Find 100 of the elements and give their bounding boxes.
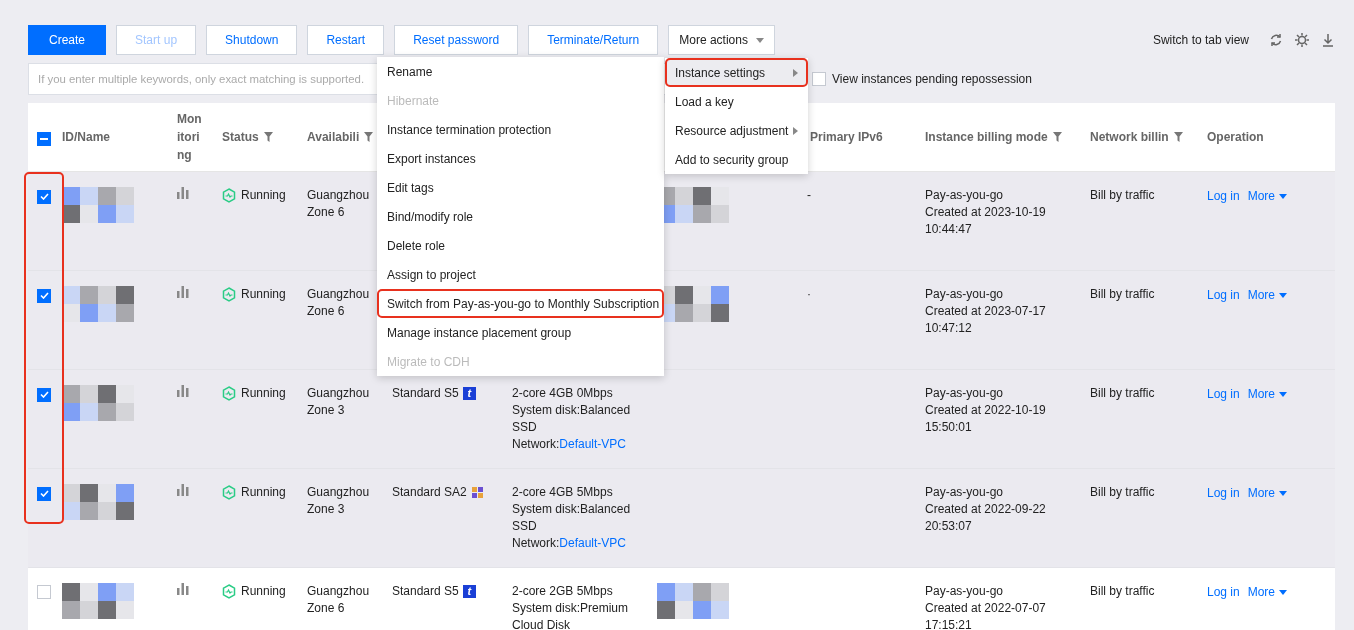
filter-icon[interactable]	[1173, 132, 1183, 142]
table-cell-text: 2-core 4GB 5Mbps	[512, 484, 614, 501]
toolbar-button[interactable]: Shutdown	[206, 25, 298, 55]
column-header: Instance billing mode	[925, 130, 1048, 144]
status-text: Running	[241, 583, 286, 600]
filter-icon[interactable]	[364, 132, 374, 142]
column-header: Primary IPv6	[810, 130, 883, 144]
table-cell: Standard SA2	[392, 484, 467, 501]
table-cell-text: System disk:Balanced	[512, 501, 632, 518]
login-link[interactable]: Log in	[1207, 485, 1240, 502]
table-cell-text: Created at 2023-10-19	[925, 204, 1047, 221]
table-cell-text: Bill by traffic	[1090, 385, 1156, 402]
table-cell-text: 15:50:01	[925, 419, 973, 436]
menu-item[interactable]: Delete role	[377, 231, 664, 260]
table-cell-text: SSD	[512, 518, 538, 535]
row-checkbox[interactable]	[37, 387, 51, 402]
row-checkbox[interactable]	[37, 288, 51, 303]
table-cell-text: 10:47:12	[925, 320, 973, 337]
minus-icon	[40, 137, 48, 140]
status-text: Running	[241, 286, 286, 303]
column-header: Status	[222, 130, 259, 144]
login-link[interactable]: Log in	[1207, 386, 1240, 403]
redacted-drawing	[62, 583, 134, 619]
table-row[interactable]: Running Guangzhou Zone 3 Standard SA2 2-core 4GB 5Mbps System disk:Balanced SSD Network:Default-VPC Pay-as-you-go Created at 2022-09-22 20:53:07 Bill by traffic Log in More	[28, 469, 1335, 568]
redacted-drawing	[62, 484, 134, 520]
menu-item[interactable]: Edit tags	[377, 173, 664, 202]
settings-icon[interactable]	[1295, 33, 1309, 47]
more-link[interactable]: More	[1247, 287, 1288, 304]
download-icon[interactable]	[1321, 33, 1335, 47]
row-checkbox[interactable]	[37, 585, 51, 599]
table-cell-text: Zone 6	[307, 204, 346, 221]
menu-item[interactable]: Instance settings	[665, 58, 808, 87]
caret-icon	[755, 37, 764, 43]
table-cell-text: Guangzhou	[307, 286, 371, 303]
login-link[interactable]: Log in	[1207, 584, 1240, 601]
refresh-icon[interactable]	[1269, 33, 1283, 47]
toolbar-button[interactable]: Reset password	[394, 25, 519, 55]
bar-chart-icon[interactable]	[177, 385, 189, 397]
running-status-icon	[222, 287, 236, 302]
table-cell-text: 20:53:07	[925, 518, 973, 535]
table-cell: Standard S5	[392, 385, 459, 402]
menu-item[interactable]: Export instances	[377, 144, 664, 173]
model-badge: t	[462, 387, 476, 400]
table-cell-text: Pay-as-you-go	[925, 187, 1005, 204]
redacted-drawing	[62, 385, 134, 421]
vpc-link[interactable]: Default-VPC	[559, 436, 627, 453]
caret-icon	[1279, 491, 1288, 496]
table-cell-text: Pay-as-you-go	[925, 583, 1005, 600]
bar-chart-icon[interactable]	[177, 484, 189, 496]
more-link[interactable]: More	[1247, 584, 1288, 601]
menu-item[interactable]: Switch from Pay-as-you-go to Monthly Subscription	[377, 289, 664, 318]
select-all-checkbox[interactable]	[37, 131, 51, 146]
filter-icon[interactable]	[1052, 132, 1062, 142]
switch-view-link[interactable]: Switch to tab view	[1152, 33, 1249, 47]
checkmark-icon	[39, 193, 49, 200]
table-cell-text: 2-core 4GB 0Mbps	[512, 385, 614, 402]
column-header: Availabili	[307, 130, 360, 144]
filter-icon[interactable]	[263, 132, 273, 142]
menu-item[interactable]: Resource adjustment	[665, 116, 808, 145]
caret-icon	[1279, 194, 1288, 199]
login-link[interactable]: Log in	[1207, 188, 1240, 205]
more-actions-dropdown[interactable]: More actions	[668, 25, 775, 55]
menu-item[interactable]: Manage instance placement group	[377, 318, 664, 347]
menu-item[interactable]: Add to security group	[665, 145, 808, 174]
table-cell-text: Created at 2022-10-19	[925, 402, 1047, 419]
column-header: ID/Name	[62, 130, 111, 144]
table-cell-text: SSD	[512, 419, 538, 436]
caret-icon	[1279, 392, 1288, 397]
table-cell-text: Created at 2022-09-22	[925, 501, 1047, 518]
table-cell-text: Zone 3	[307, 402, 346, 419]
toolbar-button[interactable]: Terminate/Return	[528, 25, 659, 55]
more-link[interactable]: More	[1247, 386, 1288, 403]
menu-item[interactable]: Bind/modify role	[377, 202, 664, 231]
more-link[interactable]: More	[1247, 485, 1288, 502]
column-header: Network billin	[1090, 130, 1169, 144]
vpc-link[interactable]: Default-VPC	[559, 535, 627, 552]
checkbox[interactable]	[812, 72, 826, 86]
bar-chart-icon[interactable]	[177, 286, 189, 298]
menu-item[interactable]: Instance termination protection	[377, 115, 664, 144]
network-label: Network:	[512, 536, 560, 550]
bar-chart-icon[interactable]	[177, 187, 189, 199]
table-cell-text: System disk:Balanced	[512, 402, 632, 419]
table-cell-text: Guangzhou	[307, 484, 371, 501]
table-cell-text: 17:15:21	[925, 617, 973, 630]
more-link[interactable]: More	[1247, 188, 1288, 205]
row-checkbox[interactable]	[37, 486, 51, 501]
table-cell-text: Guangzhou	[307, 385, 371, 402]
table-cell-text: Bill by traffic	[1090, 484, 1156, 501]
menu-item[interactable]: Rename	[377, 57, 664, 86]
bar-chart-icon[interactable]	[177, 583, 189, 595]
caret-icon	[1279, 293, 1288, 298]
create-button[interactable]: Create	[28, 25, 107, 55]
row-checkbox[interactable]	[37, 189, 51, 204]
menu-item[interactable]: Load a key	[665, 87, 808, 116]
toolbar-button[interactable]: Restart	[307, 25, 385, 55]
status-text: Running	[241, 187, 286, 204]
table-cell-text: Bill by traffic	[1090, 286, 1156, 303]
login-link[interactable]: Log in	[1207, 287, 1240, 304]
table-cell-text: Created at 2022-07-07	[925, 600, 1047, 617]
table-row[interactable]: Running Guangzhou Zone 3 Standard S5 t 2-core 4GB 0Mbps System disk:Balanced SSD Network:Default-VPC Pay-as-you-go Created at 2022-10-19 15:50:01 Bill by traffic Log in More	[28, 370, 1335, 469]
